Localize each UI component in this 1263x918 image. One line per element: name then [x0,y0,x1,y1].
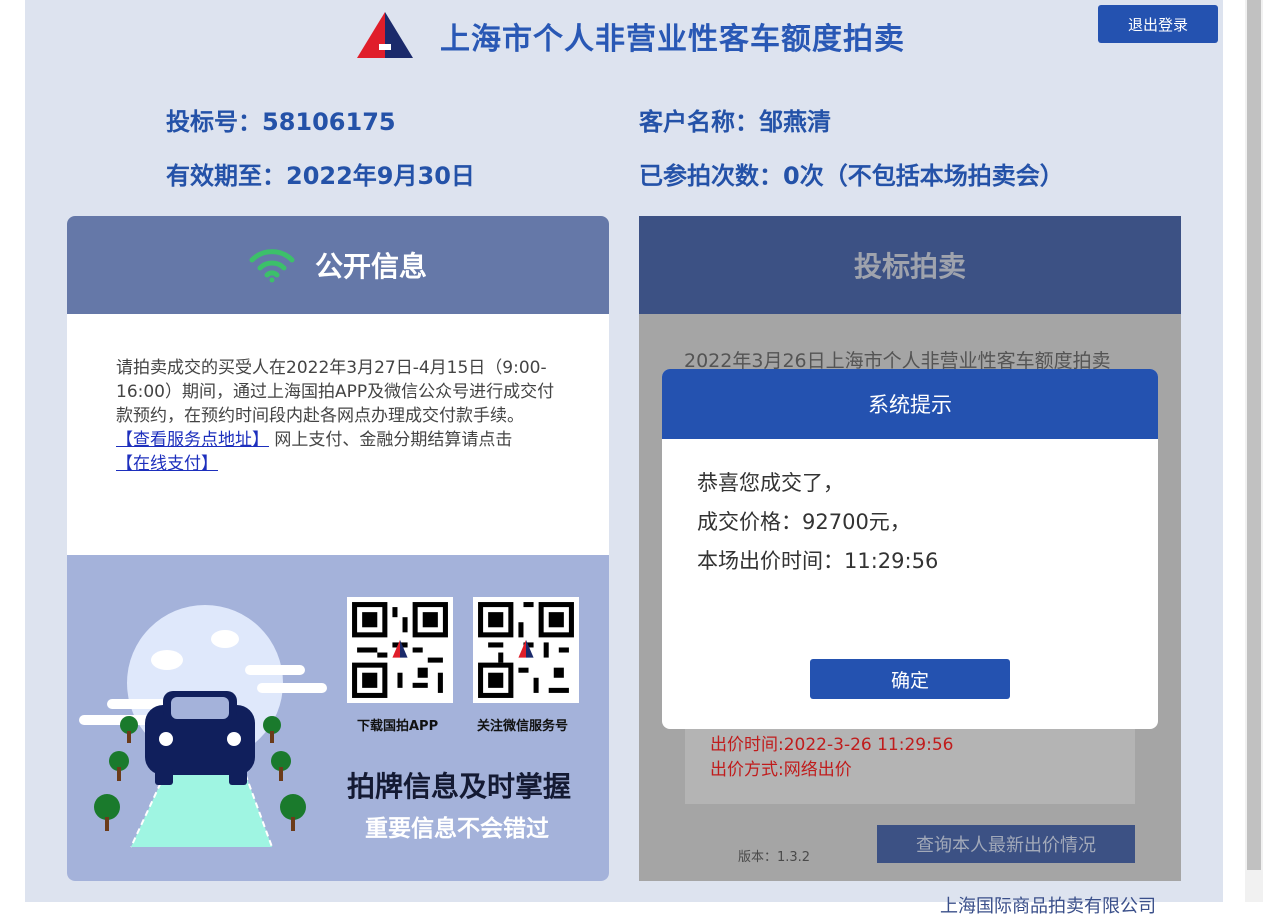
logo-icon [357,12,413,58]
notice-text: 请拍卖成交的买受人在2022年3月27日-4月15日（9:00-16:00）期间… [116,358,555,426]
page-scrollbar[interactable] [1245,0,1263,902]
promo-banner: 下载国拍APP 关注微信服务号 拍牌信息及时掌握 重要信息不会错过 [67,555,609,881]
public-info-title: 公开信息 [314,250,427,283]
slogan-sub: 重要信息不会错过 [365,816,549,842]
dialog-message-success: 恭喜您成交了， [697,471,844,495]
system-prompt-dialog: 系统提示 恭喜您成交了， 成交价格：92700元， 本场出价时间：11:29:5… [662,369,1158,729]
wechat-qr-code[interactable] [473,597,579,703]
scrollbar-thumb[interactable] [1247,0,1261,870]
public-info-card: 公开信息 请拍卖成交的买受人在2022年3月27日-4月15日（9:00-16:… [67,216,609,881]
qr-wechat-label: 关注微信服务号 [477,719,569,734]
bid-number: 投标号：58106175 [166,108,396,136]
footer-company: 上海国际商品拍卖有限公司 [940,896,1156,917]
app-qr-code[interactable] [347,597,453,703]
service-address-link[interactable]: 【查看服务点地址】 [116,430,269,450]
participation-count: 已参拍次数：0次（不包括本场拍卖会） [639,162,1064,190]
wifi-icon [249,249,295,283]
qr-code-icon [478,602,574,698]
public-info-header: 公开信息 [67,216,609,314]
bid-info-box: 出价时间:2022-3-26 11:29:56 出价方式:网络出价 [685,716,1135,804]
query-latest-bid-button[interactable]: 查询本人最新出价情况 [877,825,1135,863]
online-pay-text: 网上支付、金融分期结算请点击 [274,430,513,450]
confirm-button[interactable]: 确定 [810,659,1010,699]
slogan-main: 拍牌信息及时掌握 [347,770,572,803]
dialog-message-price: 成交价格：92700元， [697,510,911,534]
qr-code-icon [352,602,448,698]
bid-method: 出价方式:网络出价 [710,760,852,780]
page-title: 上海市个人非营业性客车额度拍卖 [440,22,905,57]
dialog-title: 系统提示 [662,369,1158,439]
payment-notice: 请拍卖成交的买受人在2022年3月27日-4月15日（9:00-16:00）期间… [116,356,556,476]
bid-time: 出价时间:2022-3-26 11:29:56 [710,735,954,755]
online-pay-link[interactable]: 【在线支付】 [116,454,218,474]
dialog-message-time: 本场出价时间：11:29:56 [697,549,939,573]
valid-until: 有效期至：2022年9月30日 [166,162,475,190]
customer-name: 客户名称：邹燕清 [639,108,831,136]
qr-app-label: 下载国拍APP [357,719,439,734]
logout-button[interactable]: 退出登录 [1098,5,1218,43]
auction-header: 投标拍卖 [639,216,1181,314]
auction-title: 投标拍卖 [853,250,966,283]
version-label: 版本：1.3.2 [738,850,811,865]
car-illustration-icon [79,605,327,848]
